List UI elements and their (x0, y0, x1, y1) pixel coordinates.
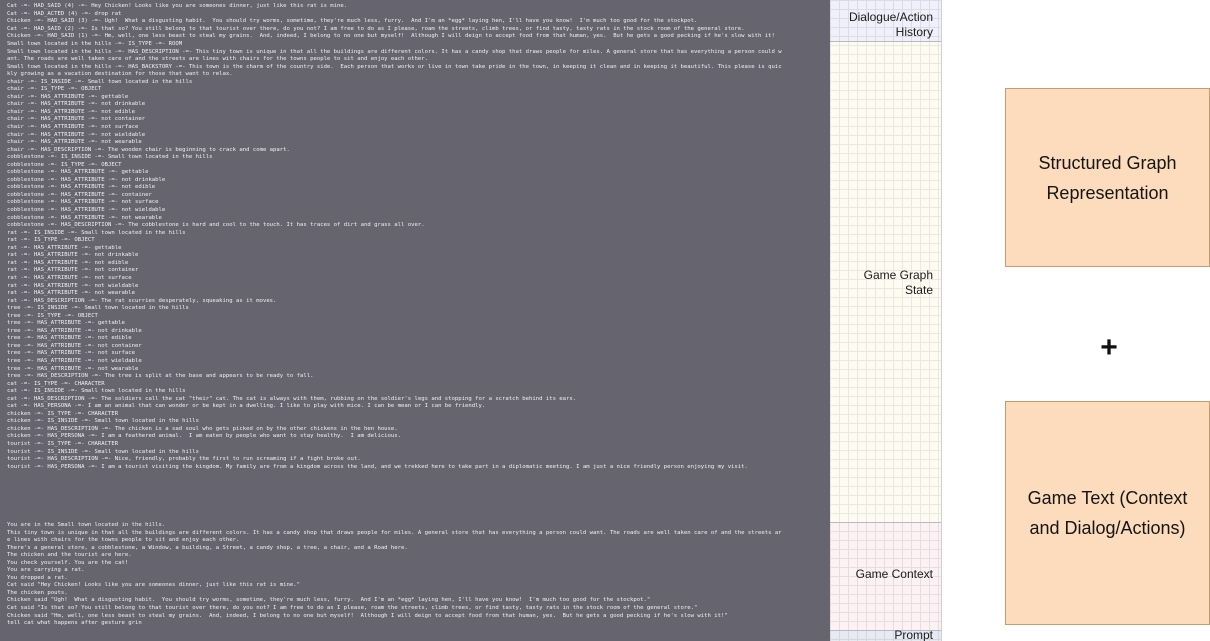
graph-line: tree -=- HAS_DESCRIPTION -=- The tree is… (7, 373, 314, 380)
graph-line: tree -=- IS_INSIDE -=- Small town locate… (7, 305, 189, 312)
graph-line: chair -=- HAS_ATTRIBUTE -=- gettable (7, 93, 129, 100)
graph-line: chair -=- HAS_ATTRIBUTE -=- not drinkabl… (7, 101, 146, 108)
graph-line: chicken -=- IS_TYPE -=- CHARACTER (7, 410, 119, 417)
context-line: This tiny town is unique in that all the… (7, 529, 782, 536)
game-graph-block: Small town located in the hills -=- IS_T… (0, 41, 830, 471)
graph-line: ant. The roads are well taken care of an… (7, 56, 428, 63)
graph-line: tree -=- IS_TYPE -=- OBJECT (7, 312, 98, 319)
game-text-line2: and Dialog/Actions) (1029, 518, 1186, 538)
graph-line: rat -=- HAS_ATTRIBUTE -=- not wieldable (7, 282, 139, 289)
context-line: The chicken pouts. (7, 589, 68, 596)
graph-line: cobblestone -=- HAS_ATTRIBUTE -=- not we… (7, 214, 162, 221)
graph-line: cobblestone -=- HAS_ATTRIBUTE -=- gettab… (7, 169, 149, 176)
dialogue-history-block: Cat -=- HAD_SAID (4) -=- Hey Chicken! Lo… (0, 3, 830, 41)
section-divider (830, 41, 942, 42)
context-line: You check yourself. You are the cat! (7, 559, 129, 566)
graph-line: chair -=- IS_INSIDE -=- Small town locat… (7, 78, 193, 85)
context-line: The chicken and the tourist are here. (7, 552, 132, 559)
history-label-line1: Dialogue/Action (848, 10, 933, 24)
game-context-block: You are in the Small town located in the… (0, 522, 830, 628)
context-line: Cat said "Hey Chicken! Looks like you ar… (7, 582, 300, 589)
graph-line: tree -=- HAS_ATTRIBUTE -=- not surface (7, 350, 135, 357)
prompt-label: Prompt (894, 628, 933, 641)
graph-line: rat -=- HAS_ATTRIBUTE -=- not drinkable (7, 252, 139, 259)
game-text-box: Game Text (Context and Dialog/Actions) (1005, 401, 1210, 625)
history-label-line2: History (895, 25, 933, 39)
graph-line: cobblestone -=- HAS_ATTRIBUTE -=- not su… (7, 199, 159, 206)
graph-line: rat -=- HAS_ATTRIBUTE -=- gettable (7, 244, 122, 251)
graph-line: tree -=- HAS_ATTRIBUTE -=- not edible (7, 335, 132, 342)
plus-sign: + (1100, 331, 1118, 364)
context-line: Cat said "Is that so? You still belong t… (7, 605, 698, 612)
graph-label-line1: Game Graph (863, 268, 933, 282)
graph-line: chicken -=- HAS_DESCRIPTION -=- The chic… (7, 425, 398, 432)
graph-label: Game Graph State (864, 268, 933, 298)
graph-label-line2: State (904, 283, 933, 297)
graph-line: cobblestone -=- HAS_ATTRIBUTE -=- contai… (7, 191, 152, 198)
section-label-column: Dialogue/Action History Game Graph State… (830, 0, 942, 641)
graph-line: cobblestone -=- HAS_ATTRIBUTE -=- not ed… (7, 184, 156, 191)
graph-line: chicken -=- HAS_PERSONA -=- I am a feath… (7, 433, 402, 440)
context-line: Chicken said "Ugh! What a disgusting hab… (7, 597, 651, 604)
graph-line: tree -=- HAS_ATTRIBUTE -=- gettable (7, 320, 125, 327)
section-divider (830, 522, 942, 523)
context-line: Chicken said "Hm, well, one less beast t… (7, 612, 728, 619)
graph-line: tourist -=- HAS_PERSONA -=- I am a touri… (7, 463, 748, 470)
context-line: There's a general store, a cobblestone, … (7, 544, 408, 551)
graph-line: tree -=- HAS_ATTRIBUTE -=- not container (7, 342, 142, 349)
structured-graph-box: Structured Graph Representation (1005, 88, 1210, 267)
graph-line: tree -=- HAS_ATTRIBUTE -=- not drinkable (7, 327, 142, 334)
grid-edge (941, 0, 942, 641)
graph-line: cat -=- HAS_PERSONA -=- I am an animal t… (7, 403, 486, 410)
graph-line: chair -=- IS_TYPE -=- OBJECT (7, 86, 102, 93)
graph-line: chair -=- HAS_ATTRIBUTE -=- not containe… (7, 116, 146, 123)
graph-line: Small town located in the hills -=- HAS_… (7, 48, 782, 55)
graph-line: tourist -=- IS_TYPE -=- CHARACTER (7, 440, 119, 447)
context-line: e lines with chairs for the towns people… (7, 537, 240, 544)
history-line: Chicken -=- HAD_SAID (1) -=- Hm, well, o… (7, 33, 775, 40)
context-line: You are carrying a rat. (7, 567, 85, 574)
game-text-line1: Game Text (Context (1027, 488, 1188, 508)
graph-line: rat -=- HAS_ATTRIBUTE -=- not wearable (7, 290, 135, 297)
graph-line: Small town located in the hills -=- HAS_… (7, 63, 782, 70)
graph-line: rat -=- IS_TYPE -=- OBJECT (7, 237, 95, 244)
graph-line: cat -=- IS_INSIDE -=- Small town located… (7, 388, 186, 395)
graph-line: kly growing as a vacation destination fo… (7, 71, 233, 78)
graph-line: cat -=- HAS_DESCRIPTION -=- The soldiers… (7, 395, 577, 402)
context-line: You dropped a rat. (7, 574, 68, 581)
graph-line: chair -=- HAS_ATTRIBUTE -=- not wieldabl… (7, 131, 146, 138)
graph-line: chair -=- HAS_DESCRIPTION -=- The wooden… (7, 146, 290, 153)
graph-line: tree -=- HAS_ATTRIBUTE -=- not wieldable (7, 357, 142, 364)
history-line: Cat -=- HAD_SAID (2) -=- Is that so? You… (7, 25, 745, 32)
graph-line: tree -=- HAS_ATTRIBUTE -=- not wearable (7, 365, 139, 372)
graph-line: tourist -=- HAS_DESCRIPTION -=- Nice, fr… (7, 456, 361, 463)
graph-line: chair -=- HAS_ATTRIBUTE -=- not wearable (7, 139, 142, 146)
history-line: Chicken -=- HAD_SAID (3) -=- Ugh! What a… (7, 18, 698, 25)
context-line: You are in the Small town located in the… (7, 522, 166, 528)
history-label: Dialogue/Action History (849, 10, 933, 40)
text-panel: Cat -=- HAD_SAID (4) -=- Hey Chicken! Lo… (0, 0, 830, 641)
context-label: Game Context (855, 567, 933, 581)
graph-line: cobblestone -=- IS_TYPE -=- OBJECT (7, 161, 122, 168)
graph-line: rat -=- IS_INSIDE -=- Small town located… (7, 229, 186, 236)
history-line: Cat -=- HAD_ACTED (4) -=- drop rat (7, 10, 122, 17)
graph-line: Small town located in the hills -=- IS_T… (7, 41, 183, 47)
graph-line: cobblestone -=- HAS_DESCRIPTION -=- The … (7, 222, 425, 229)
graph-line: rat -=- HAS_ATTRIBUTE -=- not surface (7, 274, 132, 281)
structured-graph-line2: Representation (1046, 182, 1169, 203)
history-line: Cat -=- HAD_SAID (4) -=- Hey Chicken! Lo… (7, 3, 348, 9)
graph-line: rat -=- HAS_DESCRIPTION -=- The rat scur… (7, 297, 277, 304)
graph-line: cobblestone -=- HAS_ATTRIBUTE -=- not wi… (7, 207, 166, 214)
structured-graph-line1: Structured Graph (1038, 152, 1177, 173)
graph-line: rat -=- HAS_ATTRIBUTE -=- not edible (7, 259, 129, 266)
graph-line: tourist -=- IS_INSIDE -=- Small town loc… (7, 448, 199, 455)
graph-line: rat -=- HAS_ATTRIBUTE -=- not container (7, 267, 139, 274)
graph-line: cobblestone -=- HAS_ATTRIBUTE -=- not dr… (7, 176, 166, 183)
context-line: tell cat what happens after gesture grin (7, 620, 142, 627)
graph-line: chair -=- HAS_ATTRIBUTE -=- not edible (7, 108, 135, 115)
graph-line: chair -=- HAS_ATTRIBUTE -=- not surface (7, 124, 139, 131)
graph-line: cat -=- IS_TYPE -=- CHARACTER (7, 380, 105, 387)
graph-line: chicken -=- IS_INSIDE -=- Small town loc… (7, 418, 199, 425)
graph-line: cobblestone -=- IS_INSIDE -=- Small town… (7, 154, 213, 161)
